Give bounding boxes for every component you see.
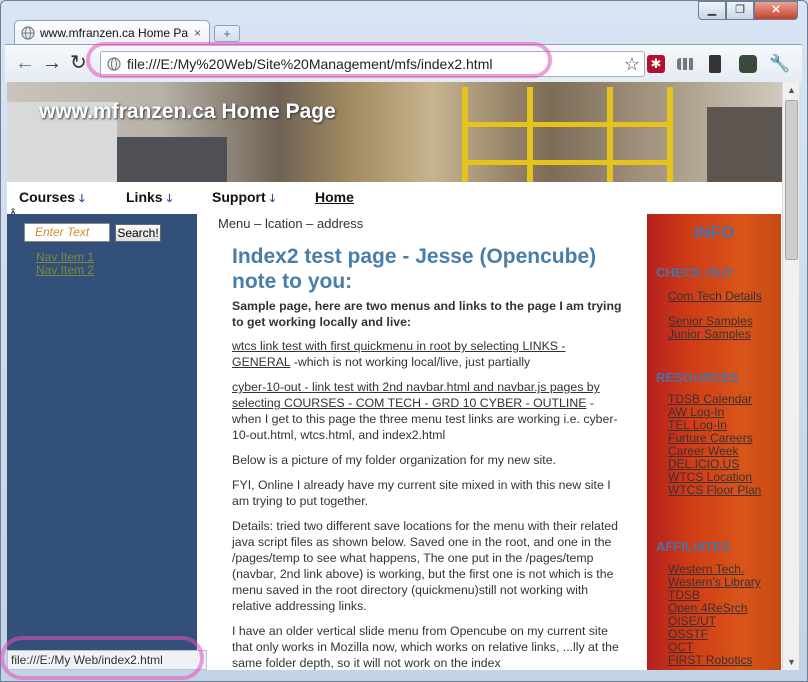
paragraph-4: FYI, Online I already have my current si…	[232, 478, 611, 508]
new-tab-button[interactable]: +	[214, 25, 240, 42]
forward-icon[interactable]: →	[42, 53, 62, 73]
section-check-out: CHECK OUT	[656, 265, 734, 280]
reload-icon[interactable]: ↻	[70, 53, 87, 73]
nav-item-1[interactable]: Nav Item 1	[36, 250, 94, 264]
tab-title: www.mfranzen.ca Home Pa	[40, 25, 189, 40]
paragraph-6: I have an older vertical slide menu from…	[232, 624, 619, 670]
link-text: Com Tech Details	[668, 289, 762, 303]
browser-toolbar: ← → ↻ file:///E:/My%20Web/Site%20Managem…	[5, 44, 802, 82]
section-resources: RESOURCES	[656, 370, 739, 385]
star-icon[interactable]: ☆	[624, 54, 640, 75]
menu-courses[interactable]: Courses 🡓	[19, 189, 85, 209]
status-bar: file:///E:/My Web/index2.html	[7, 650, 207, 670]
intro-text: Sample page, here are two menus and link…	[232, 299, 622, 329]
url-text: file:///E:/My%20Web/Site%20Management/mf…	[127, 56, 493, 72]
menu-support[interactable]: Support 🡓	[212, 189, 275, 209]
nav-item-2[interactable]: Nav Item 2	[36, 263, 94, 277]
globe-icon	[21, 25, 35, 40]
content-body: Index2 test page - Jesse (Opencube) note…	[232, 244, 624, 670]
vertical-scrollbar[interactable]: ▲ ▼	[782, 82, 799, 670]
link-com-tech[interactable]: Com Tech Details	[668, 290, 762, 303]
arrow-down-icon: 🡓	[79, 193, 85, 205]
site-menubar: Courses 🡓 Links 🡓 Support 🡓 Home	[7, 182, 782, 214]
search-input[interactable]: Enter Text	[24, 223, 110, 242]
page-viewport: www.mfranzen.ca Home Page Courses 🡓 Links…	[7, 82, 782, 670]
arrow-down-icon: 🡓	[166, 193, 173, 205]
evernote-icon[interactable]	[739, 55, 757, 73]
right-sidebar: INFO CHECK OUT Com Tech Details Senior S…	[647, 214, 781, 670]
link-wtcs-floor-plan[interactable]: WTCS Floor Plan	[668, 484, 761, 497]
maximize-icon[interactable]: ❐	[726, 1, 754, 20]
wrench-icon[interactable]: 🔧	[769, 55, 790, 73]
banner-image: www.mfranzen.ca Home Page	[7, 82, 782, 182]
banner-title: www.mfranzen.ca Home Page	[39, 100, 336, 123]
paragraph-2: cyber-10-out - link test with 2nd navbar…	[232, 379, 624, 443]
link-first-robotics[interactable]: FIRST Robotics	[668, 654, 752, 667]
arrow-down-icon: 🡓	[269, 193, 276, 205]
main-content: Menu – lcation – address Index2 test pag…	[203, 214, 648, 670]
scroll-up-icon[interactable]: ▲	[783, 82, 800, 98]
left-sidebar: Enter Text Search! Nav Item 1 Nav Item 2	[7, 214, 197, 670]
tab-close-icon[interactable]: ×	[194, 26, 201, 40]
menu-home-label: Home	[315, 189, 354, 205]
breadcrumb: Menu – lcation – address	[218, 216, 364, 231]
close-window-icon[interactable]: ✕	[754, 1, 798, 20]
back-icon[interactable]: ←	[15, 53, 35, 73]
cyber-link[interactable]: cyber-10-out - link test with 2nd navbar…	[232, 380, 600, 410]
paragraph-5: Details: tried two different save locati…	[232, 519, 618, 613]
menu-links-label: Links	[126, 189, 163, 205]
scroll-down-icon[interactable]: ▼	[783, 654, 800, 670]
window-controls: ▁ ❐ ✕	[698, 1, 798, 20]
address-bar[interactable]: file:///E:/My%20Web/Site%20Management/mf…	[100, 51, 645, 77]
paragraph-1: wtcs link test with first quickmenu in r…	[232, 338, 624, 370]
paragraph-3: Below is a picture of my folder organiza…	[232, 453, 556, 467]
menu-support-label: Support	[212, 189, 266, 205]
apps-icon[interactable]	[677, 58, 695, 70]
menu-courses-label: Courses	[19, 189, 76, 205]
page-title: Index2 test page - Jesse (Opencube) note…	[232, 245, 597, 293]
info-title: INFO	[693, 223, 735, 242]
scroll-thumb[interactable]	[785, 100, 798, 260]
page-icon	[107, 57, 121, 71]
section-affiliates: AFFILIATES	[656, 539, 731, 554]
minimize-icon[interactable]: ▁	[698, 1, 726, 20]
menu-links[interactable]: Links 🡓	[126, 189, 172, 209]
paragraph-1-rest: -which is not working local/live, just p…	[290, 355, 531, 369]
browser-tab[interactable]: www.mfranzen.ca Home Pa ×	[14, 20, 210, 44]
menu-home[interactable]: Home	[315, 189, 354, 205]
phone-icon[interactable]	[709, 55, 721, 73]
search-button[interactable]: Search!	[115, 224, 161, 242]
link-junior-samples[interactable]: Junior Samples	[668, 328, 751, 341]
lastpass-icon[interactable]: ✱	[647, 55, 665, 73]
